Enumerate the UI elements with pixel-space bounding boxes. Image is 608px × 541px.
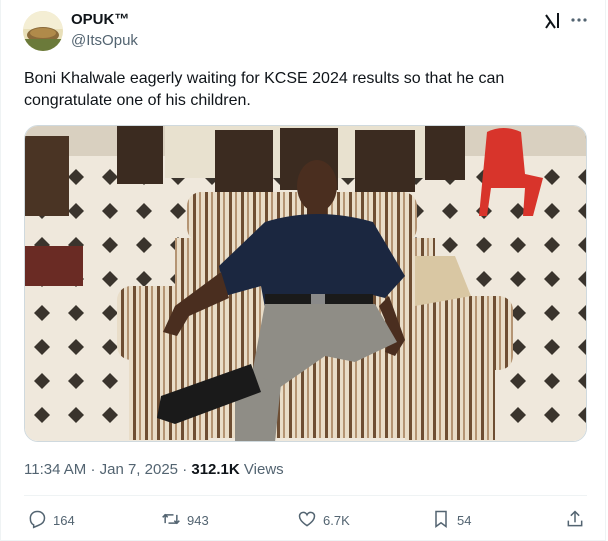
bookmark-button[interactable]: 54 bbox=[431, 509, 471, 531]
share-button[interactable] bbox=[565, 509, 585, 531]
divider bbox=[24, 495, 587, 496]
views-count: 312.1K bbox=[191, 461, 240, 478]
reply-button[interactable]: 164 bbox=[27, 509, 75, 531]
reply-count: 164 bbox=[53, 512, 75, 528]
tweet-text: Boni Khalwale eagerly waiting for KCSE 2… bbox=[24, 70, 505, 109]
bookmark-count: 54 bbox=[457, 512, 472, 528]
meta-separator: · bbox=[90, 461, 96, 478]
repost-count: 943 bbox=[187, 512, 209, 528]
tweet-meta: 11:34 AM · Jan 7, 2025 · 312.1K Views bbox=[24, 461, 284, 478]
tweet-date[interactable]: Jan 7, 2025 bbox=[100, 461, 178, 478]
reply-icon bbox=[27, 509, 47, 532]
meta-separator: · bbox=[182, 461, 188, 478]
tweet-card: OPUK™ @ItsOpuk Boni Khalwale eagerly wai… bbox=[0, 0, 606, 541]
like-count: 6.7K bbox=[323, 512, 350, 528]
bookmark-icon bbox=[431, 509, 451, 532]
more-icon[interactable] bbox=[570, 11, 588, 29]
tweet-photo[interactable] bbox=[24, 125, 587, 442]
tweet-time[interactable]: 11:34 AM bbox=[24, 461, 86, 478]
repost-button[interactable]: 943 bbox=[161, 509, 209, 531]
like-button[interactable]: 6.7K bbox=[297, 509, 350, 531]
author-name[interactable]: OPUK™ bbox=[71, 11, 129, 28]
like-icon bbox=[297, 509, 317, 532]
author-handle[interactable]: @ItsOpuk bbox=[71, 32, 138, 49]
views-label: Views bbox=[243, 461, 284, 478]
author-avatar[interactable] bbox=[23, 11, 63, 51]
grok-icon[interactable] bbox=[544, 11, 562, 31]
repost-icon bbox=[161, 509, 181, 532]
share-icon bbox=[565, 509, 585, 532]
